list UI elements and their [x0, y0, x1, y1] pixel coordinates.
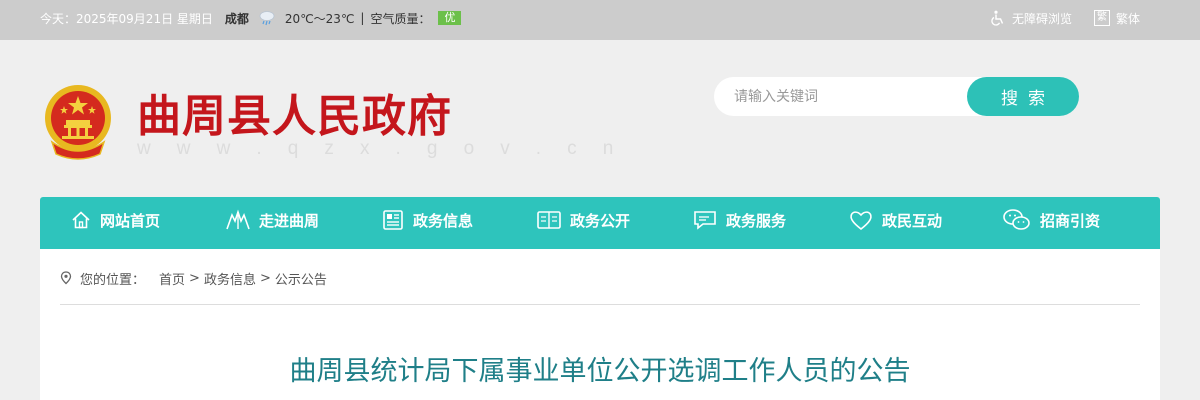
- landmark-icon: [226, 209, 250, 230]
- nav-item-interaction[interactable]: 政民互动: [848, 197, 942, 243]
- breadcrumb-arrow: >: [259, 270, 271, 286]
- air-quality-badge: 优: [438, 11, 462, 25]
- air-quality-label: 空气质量：: [370, 11, 431, 26]
- national-emblem-icon: [45, 85, 111, 160]
- document-icon: [383, 210, 403, 230]
- traditional-chinese-label: 繁体: [1115, 11, 1140, 26]
- search-input[interactable]: [734, 77, 964, 116]
- chat-bubble-icon: [694, 211, 716, 230]
- site-url: w w w . q z x . g o v . c n: [137, 138, 624, 159]
- accessibility-label: 无障碍浏览: [1011, 11, 1072, 26]
- breadcrumb-news[interactable]: 政务信息: [204, 269, 256, 288]
- breadcrumb-announcements[interactable]: 公示公告: [275, 269, 327, 288]
- nav-item-about[interactable]: 走进曲周: [225, 197, 319, 243]
- separator: |: [360, 11, 365, 25]
- wheelchair-icon: [991, 10, 1004, 26]
- divider: [60, 304, 1140, 305]
- breadcrumb-prefix: 您的位置：: [80, 272, 146, 288]
- top-bar-info: 今天：2025年09月21日 星期日 成都 20℃～23℃ | 空气质量： 优: [40, 0, 462, 36]
- rain-cloud-icon: [259, 11, 275, 26]
- traditional-chinese-icon: 繁: [1093, 10, 1110, 26]
- nav-item-label: 网站首页: [100, 211, 161, 230]
- site-title: 曲周县人民政府: [137, 91, 452, 142]
- city-name: 成都: [224, 11, 249, 26]
- location-pin-icon: [60, 271, 72, 285]
- nav-item-services[interactable]: 政务服务: [692, 197, 786, 243]
- nav-item-label: 政民互动: [882, 211, 943, 230]
- top-bar: 今天：2025年09月21日 星期日 成都 20℃～23℃ | 空气质量： 优 …: [0, 0, 1200, 40]
- nav-item-news[interactable]: 政务信息: [381, 197, 473, 243]
- search-button[interactable]: 搜索: [967, 77, 1079, 116]
- breadcrumb: 您的位置： 首页 > 政务信息 > 公示公告: [60, 269, 327, 288]
- nav-item-investment[interactable]: 招商引资: [1002, 197, 1100, 243]
- nav-item-label: 政务服务: [726, 211, 787, 230]
- nav-item-label: 走进曲周: [259, 211, 320, 230]
- nav-item-open-gov[interactable]: 政务公开: [536, 197, 630, 243]
- accessibility-button[interactable]: 无障碍浏览: [990, 10, 1072, 27]
- wechat-icon: [1003, 209, 1030, 230]
- temperature: 20℃～23℃: [284, 11, 355, 26]
- open-book-icon: [537, 211, 561, 229]
- top-bar-tools: 无障碍浏览 繁 繁体: [968, 0, 1140, 36]
- search-box: 搜索: [714, 77, 1079, 116]
- nav-item-home[interactable]: 网站首页: [70, 197, 160, 243]
- nav-item-label: 政务信息: [413, 211, 474, 230]
- nav-item-label: 政务公开: [570, 211, 631, 230]
- breadcrumb-home[interactable]: 首页: [159, 269, 185, 288]
- heart-icon: [850, 211, 872, 231]
- content-panel: 您的位置： 首页 > 政务信息 > 公示公告 曲周县统计局下属事业单位公开选调工…: [40, 249, 1160, 400]
- nav-item-label: 招商引资: [1040, 211, 1101, 230]
- breadcrumb-arrow: >: [189, 270, 200, 286]
- home-icon: [72, 211, 90, 229]
- current-date: 今天：2025年09月21日 星期日: [40, 11, 213, 26]
- traditional-chinese-button[interactable]: 繁 繁体: [1093, 10, 1140, 27]
- article-title: 曲周县统计局下属事业单位公开选调工作人员的公告: [289, 356, 911, 387]
- main-nav: 网站首页 走进曲周 政务信息 政务公开 政务服务 政民互动 招商引资: [40, 197, 1160, 249]
